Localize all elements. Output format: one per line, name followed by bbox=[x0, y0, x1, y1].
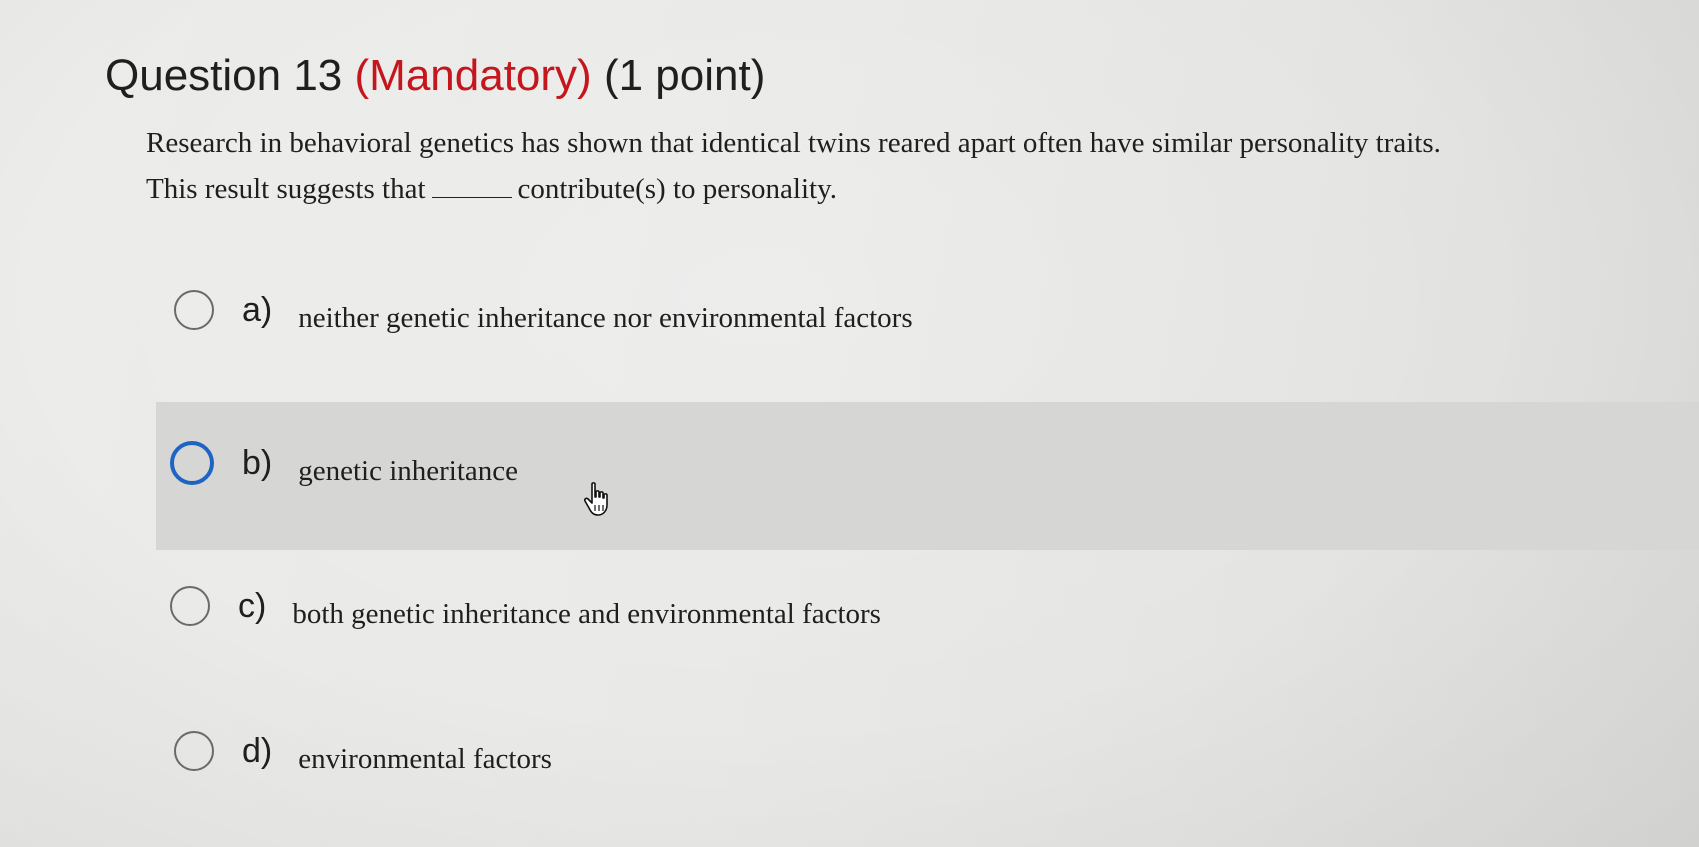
question-number: Question 13 bbox=[105, 51, 343, 100]
points-label: (1 point) bbox=[603, 51, 766, 100]
prompt-line-2: This result suggests that contribute(s) t… bbox=[146, 166, 1686, 212]
hand-pointer-icon bbox=[583, 482, 608, 516]
prompt-line-1: Research in behavioral genetics has show… bbox=[146, 127, 1441, 159]
option-a-radio[interactable] bbox=[174, 290, 214, 330]
option-b-text[interactable]: genetic inheritance bbox=[298, 455, 518, 488]
option-c-text[interactable]: both genetic inheritance and environment… bbox=[292, 598, 881, 631]
prompt-line-2-after: contribute(s) to personality. bbox=[517, 173, 837, 205]
option-c-letter: c) bbox=[238, 586, 267, 625]
option-d-radio[interactable] bbox=[174, 731, 214, 771]
option-a-letter: a) bbox=[242, 290, 273, 329]
option-d[interactable]: d) environmental factors bbox=[174, 731, 552, 775]
option-a-text[interactable]: neither genetic inheritance nor environm… bbox=[298, 302, 912, 335]
prompt-line-2-before: This result suggests that bbox=[146, 173, 426, 205]
option-d-letter: d) bbox=[242, 731, 273, 770]
fill-in-blank bbox=[431, 175, 512, 198]
question-prompt: Research in behavioral genetics has show… bbox=[146, 120, 1686, 212]
option-c-radio[interactable] bbox=[170, 586, 210, 626]
question-title: Question 13 (Mandatory) (1 point) bbox=[105, 48, 765, 104]
option-c[interactable]: c) both genetic inheritance and environm… bbox=[170, 586, 881, 630]
option-d-text[interactable]: environmental factors bbox=[298, 743, 552, 776]
option-b[interactable]: b) genetic inheritance bbox=[170, 441, 518, 488]
mandatory-label: (Mandatory) bbox=[354, 51, 592, 100]
option-b-letter: b) bbox=[242, 443, 273, 482]
option-b-radio[interactable] bbox=[170, 441, 214, 485]
option-a[interactable]: a) neither genetic inheritance nor envir… bbox=[174, 290, 913, 334]
